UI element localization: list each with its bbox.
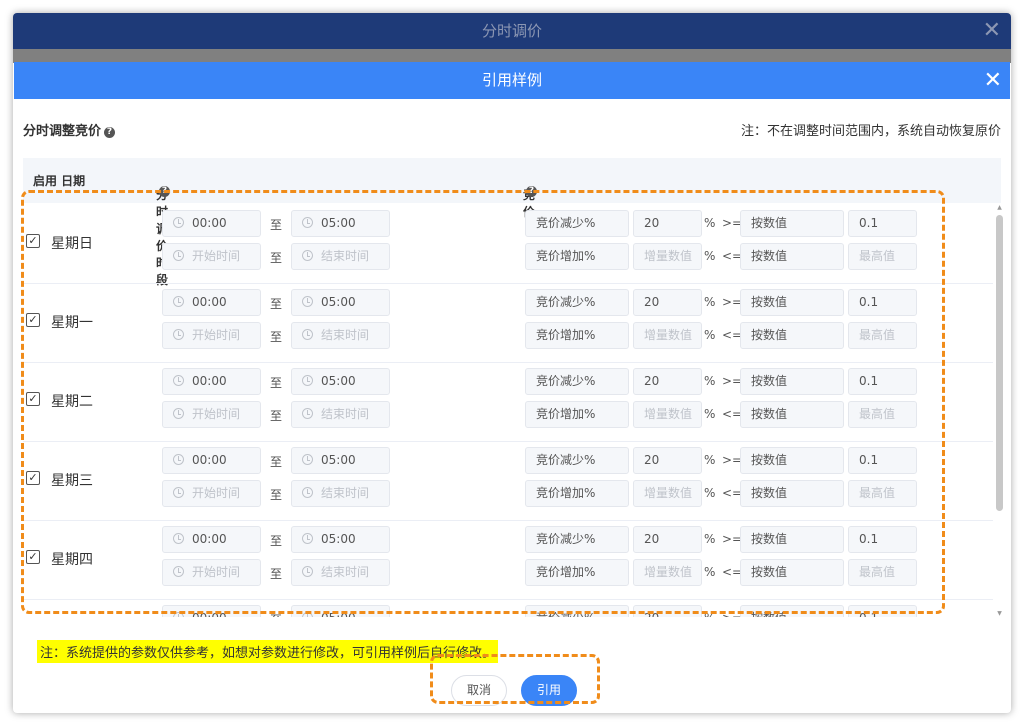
section-row: 分时调整竞价? 注：不在调整时间范围内，系统自动恢复原价 xyxy=(23,120,1001,139)
footer-note: 注：系统提供的参数仅供参考，如想对参数进行修改，可引用样例后自行修改。 xyxy=(37,640,499,663)
dialog-title: 引用样例 xyxy=(481,71,542,89)
outer-dialog-title: 分时调价 xyxy=(481,22,542,40)
range-note: 注：不在调整时间范围内，系统自动恢复原价 xyxy=(740,124,1001,139)
outer-close-icon[interactable]: ✕ xyxy=(983,13,1001,49)
dialog-close-icon[interactable]: ✕ xyxy=(984,62,1002,99)
scrollbar[interactable]: ▲ ▼ xyxy=(996,205,1003,617)
scroll-down-icon[interactable]: ▼ xyxy=(996,611,1003,617)
highlight-box-table xyxy=(21,190,945,614)
header-enable-day: 启用 日期 xyxy=(33,174,86,188)
scrollbar-thumb[interactable] xyxy=(996,215,1003,511)
help-icon[interactable]: ? xyxy=(104,127,116,138)
highlight-box-buttons xyxy=(430,654,600,704)
section-title: 分时调整竞价? xyxy=(23,120,116,139)
overlay-strip xyxy=(13,49,1011,63)
scroll-up-icon[interactable]: ▲ xyxy=(996,205,1003,211)
dialog-header: 引用样例 ✕ xyxy=(14,62,1010,99)
outer-dialog-header: 分时调价 ✕ xyxy=(13,13,1011,49)
